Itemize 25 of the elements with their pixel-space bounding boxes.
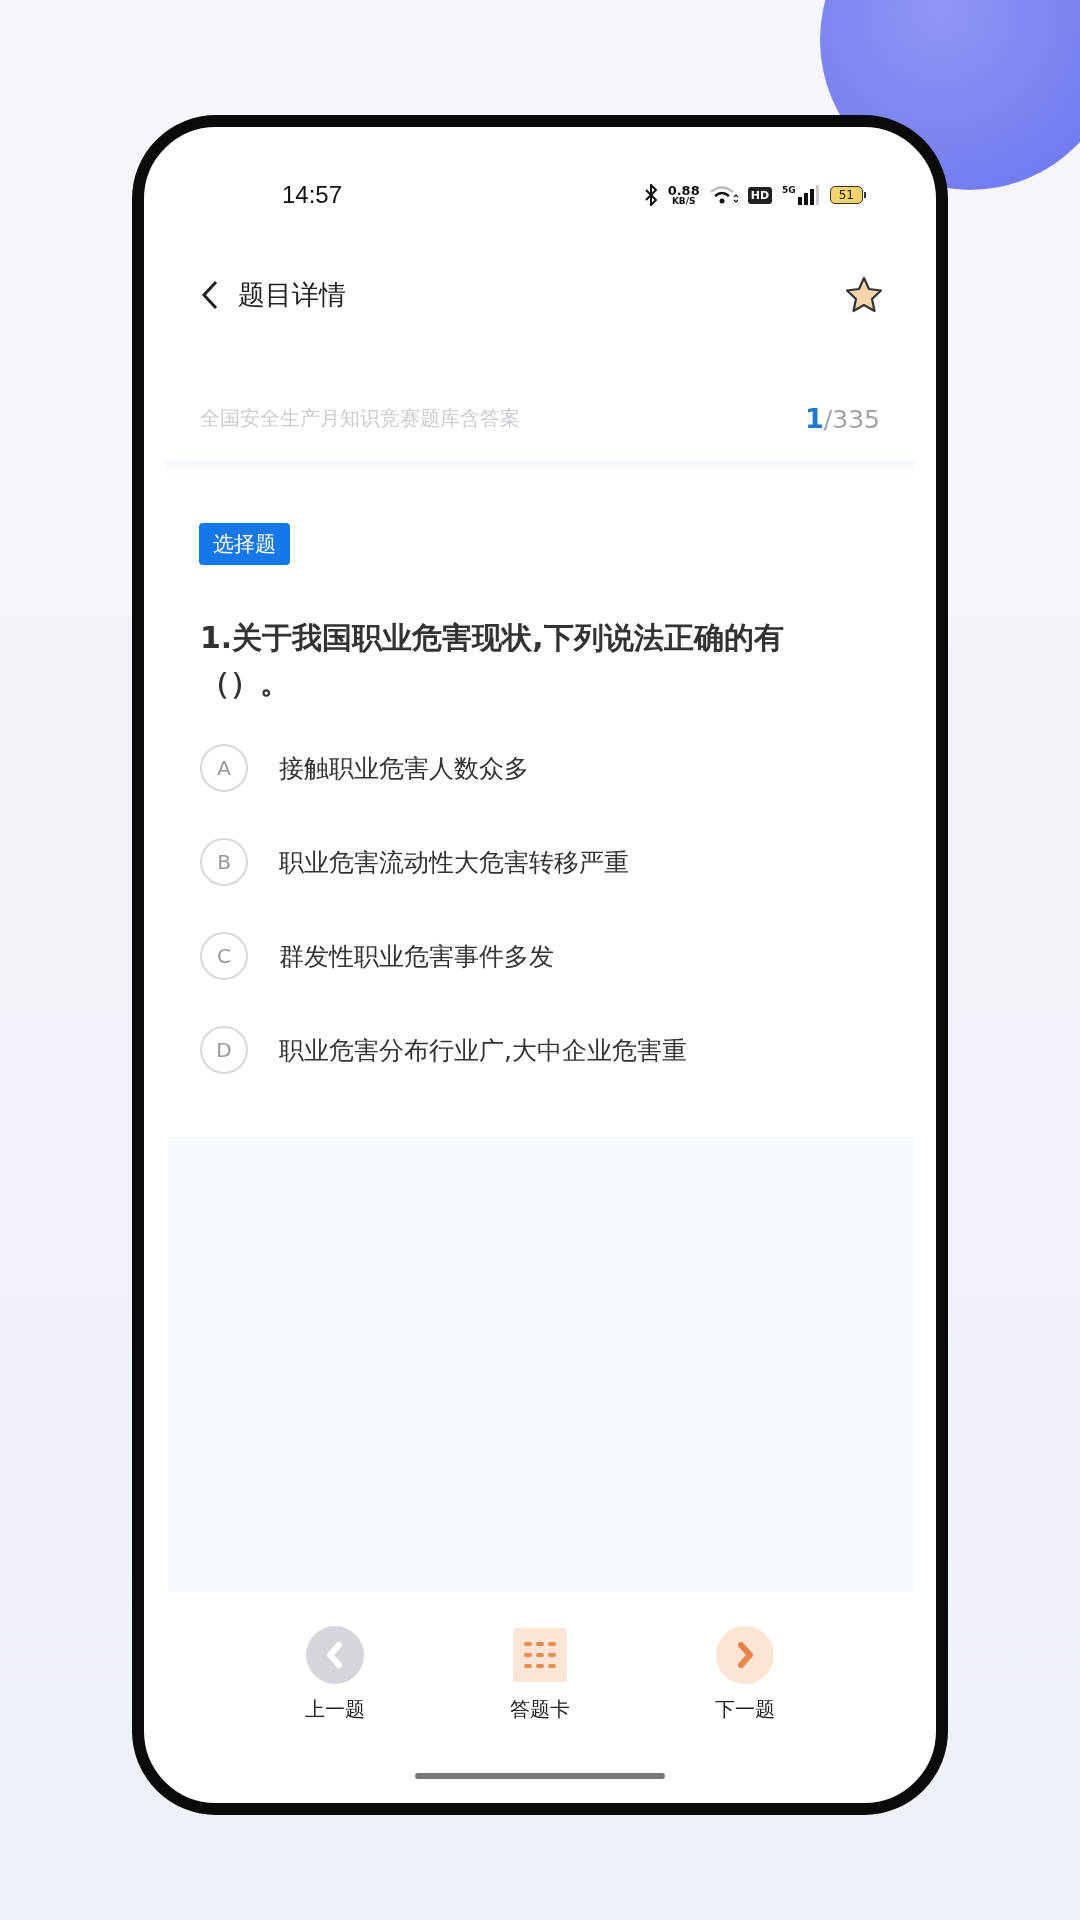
wifi-icon xyxy=(709,185,738,205)
speed-value: 0.88 xyxy=(667,184,700,197)
hd-badge: HD xyxy=(747,186,773,204)
nav-button[interactable]: 下一题 xyxy=(695,1626,795,1723)
network-type: 5G xyxy=(782,185,796,195)
question-text: 1.关于我国职业危害现状,下列说法正确的有（）。 xyxy=(200,619,785,702)
next-icon xyxy=(716,1626,774,1684)
question-type-tag: 选择题 xyxy=(199,523,290,565)
status-time: 14:57 xyxy=(282,181,343,209)
option-text[interactable]: 职业危害流动性大危害转移严重 xyxy=(279,845,629,879)
battery-level: 51 xyxy=(829,186,863,204)
option-text[interactable]: 群发性职业危害事件多发 xyxy=(279,939,554,973)
signal-icon xyxy=(797,185,820,205)
option-text[interactable]: 接触职业危害人数众多 xyxy=(279,751,529,785)
question-counter: 1/335 xyxy=(805,402,880,434)
grid-icon xyxy=(511,1626,569,1684)
previous-icon xyxy=(306,1626,364,1684)
page-title: 题目详情 xyxy=(238,278,346,312)
bluetooth-icon xyxy=(643,184,658,206)
star-icon[interactable] xyxy=(844,275,884,315)
nav-button[interactable]: 答题卡 xyxy=(490,1626,590,1723)
back-icon[interactable] xyxy=(200,279,220,311)
option-text[interactable]: 职业危害分布行业广,大中企业危害重 xyxy=(279,1033,687,1067)
speed-unit: KB/S xyxy=(671,197,696,206)
nav-button[interactable]: 上一题 xyxy=(285,1626,385,1723)
